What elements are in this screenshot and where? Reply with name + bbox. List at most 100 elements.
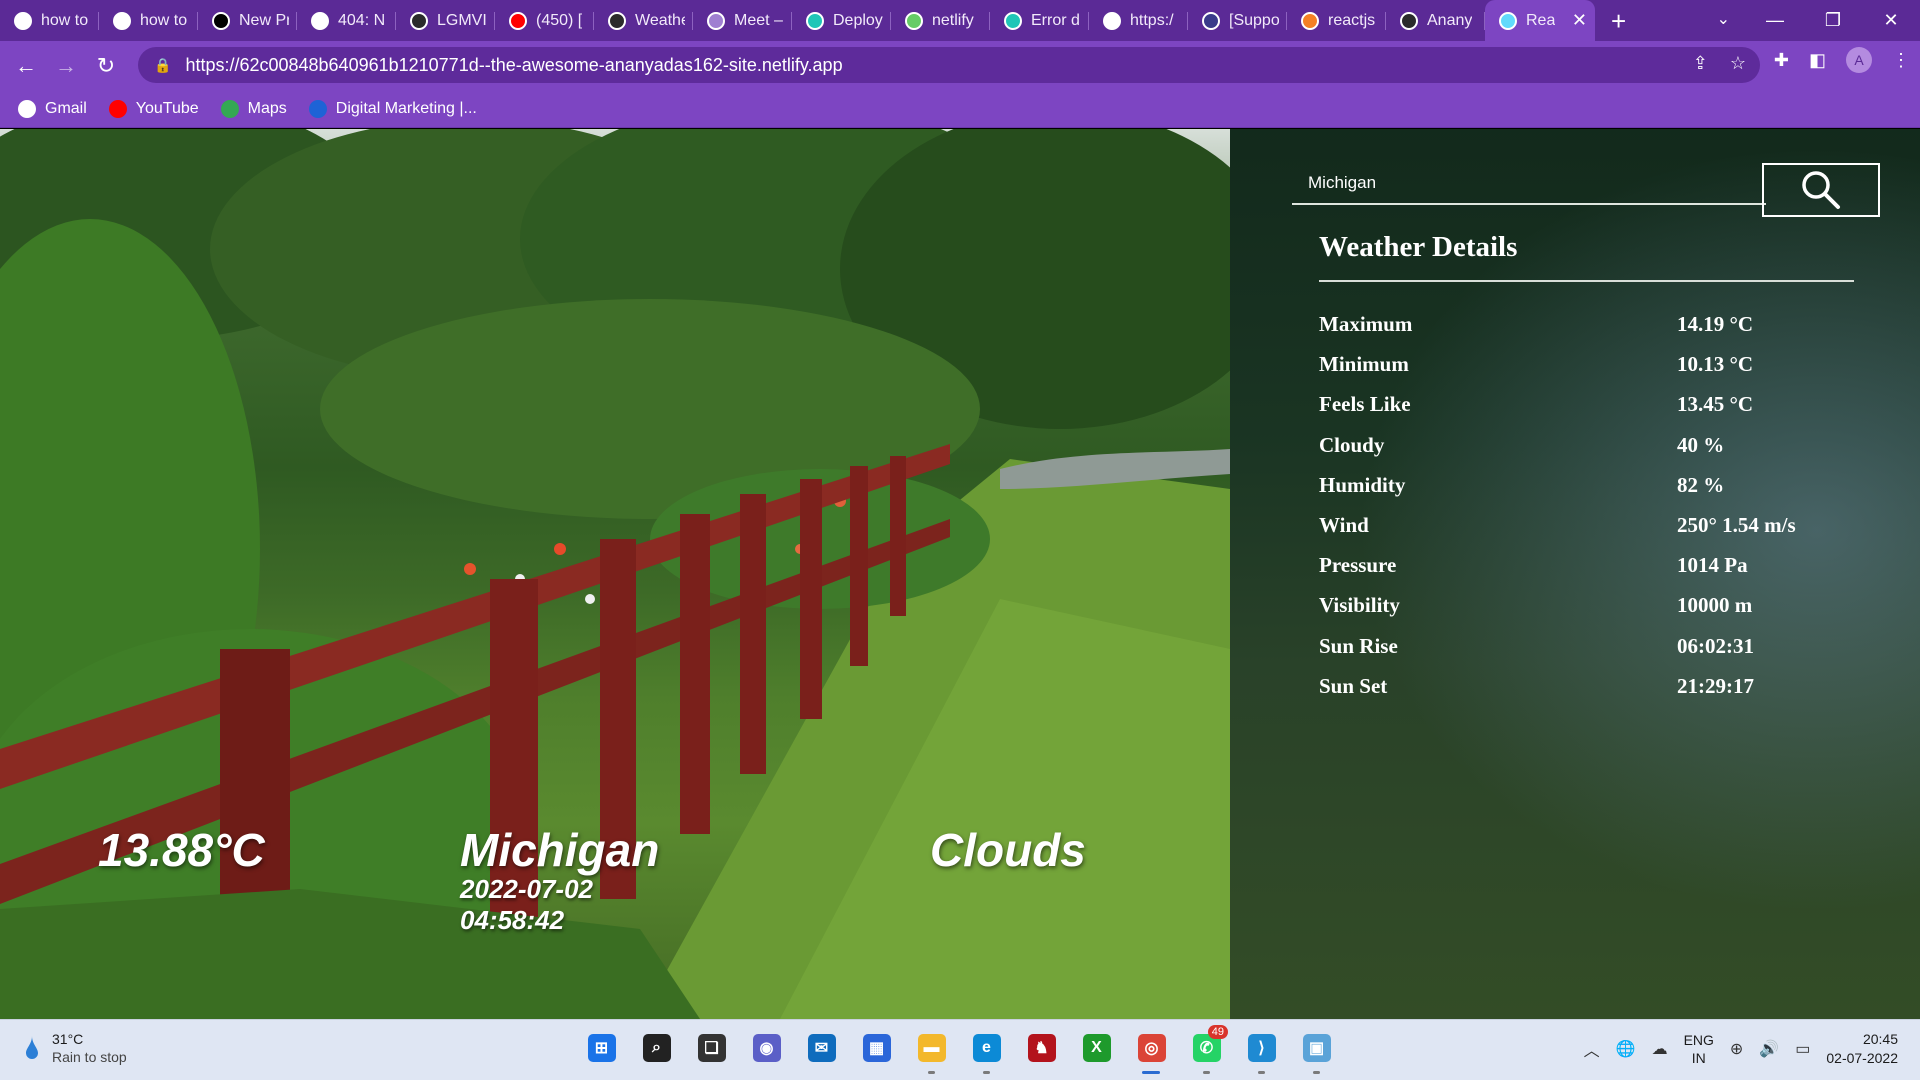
bookmark-item[interactable]: YouTube: [108, 99, 199, 118]
browser-tab[interactable]: Deploy: [792, 0, 891, 41]
window-controls: — ❐ ✕: [1746, 0, 1920, 41]
google-icon: [113, 11, 131, 30]
lang-secondary: IN: [1691, 1050, 1706, 1066]
taskbar-app[interactable]: ▬: [913, 1028, 950, 1074]
youtube-icon: [108, 99, 127, 118]
github-icon: [1400, 11, 1418, 30]
taskbar-app[interactable]: ◎: [1133, 1028, 1170, 1074]
cloud-sync-icon[interactable]: ☁: [1652, 1039, 1668, 1059]
stackoverflow-icon: [1301, 11, 1319, 30]
running-indicator: [983, 1071, 990, 1074]
volume-icon[interactable]: 🔊: [1759, 1039, 1779, 1059]
side-panel-icon[interactable]: ◧: [1809, 50, 1826, 71]
browser-tab[interactable]: Anany: [1386, 0, 1485, 41]
taskbar-app[interactable]: ⌕: [638, 1028, 675, 1068]
taskbar-app[interactable]: ❏: [693, 1028, 730, 1068]
city-search-input[interactable]: [1292, 163, 1766, 205]
bookmark-item[interactable]: Maps: [220, 99, 287, 118]
browser-tab[interactable]: reactjs: [1287, 0, 1386, 41]
taskbar-app[interactable]: X: [1078, 1028, 1115, 1068]
share-icon[interactable]: ⇪: [1693, 53, 1708, 74]
divider: [1319, 280, 1854, 282]
mail-icon: ✉: [807, 1034, 836, 1062]
bookmark-star-icon[interactable]: ☆: [1730, 53, 1746, 74]
browser-tab[interactable]: how to: [99, 0, 198, 41]
detail-value: 40 %: [1677, 432, 1725, 457]
browser-tab[interactable]: New Pr: [198, 0, 297, 41]
red-app-icon: ♞: [1027, 1034, 1056, 1062]
weather-details-title: Weather Details: [1319, 231, 1518, 263]
back-arrow-icon[interactable]: ←: [6, 53, 46, 79]
menu-kebab-icon[interactable]: ⋮: [1892, 50, 1910, 71]
browser-tab[interactable]: Error d: [990, 0, 1089, 41]
minimize-icon[interactable]: —: [1746, 10, 1804, 31]
browser-tab[interactable]: how to: [0, 0, 99, 41]
bookmark-label: YouTube: [135, 99, 199, 117]
browser-tab[interactable]: Weathe: [594, 0, 693, 41]
new-tab-button[interactable]: +: [1611, 8, 1626, 34]
control-panel-icon: ▣: [1302, 1034, 1331, 1062]
tab-title: [Suppo: [1229, 11, 1279, 29]
close-window-icon[interactable]: ✕: [1862, 10, 1920, 31]
support-icon: [1202, 11, 1220, 30]
taskbar-app[interactable]: ◉: [748, 1028, 785, 1068]
taskbar-app[interactable]: ♞: [1023, 1028, 1060, 1068]
tab-title: LGMVI: [437, 11, 487, 29]
tab-title: Anany: [1427, 11, 1473, 29]
taskbar-app[interactable]: ⟩: [1243, 1028, 1280, 1074]
detail-row: Cloudy 40 %: [1319, 433, 1859, 463]
browser-tab[interactable]: 404: N: [297, 0, 396, 41]
close-tab-icon[interactable]: ✕: [1572, 10, 1587, 31]
chat-icon: ◉: [752, 1034, 781, 1062]
taskbar-weather-widget[interactable]: 31°C Rain to stop: [26, 1030, 127, 1066]
taskbar-app[interactable]: ✉: [803, 1028, 840, 1068]
sparkle-icon: [905, 11, 923, 30]
address-bar[interactable]: 🔒 https://62c00848b640961b1210771d--the-…: [138, 47, 1760, 83]
tab-title: Rea: [1526, 11, 1556, 29]
network-globe-icon[interactable]: 🌐: [1616, 1039, 1636, 1059]
battery-icon[interactable]: ▭: [1795, 1039, 1810, 1059]
browser-tab[interactable]: Rea ✕: [1485, 0, 1595, 41]
vercel-icon: [212, 11, 230, 30]
browser-tab[interactable]: [Suppo: [1188, 0, 1287, 41]
reload-icon[interactable]: ↻: [86, 53, 126, 79]
restore-icon[interactable]: ❐: [1804, 10, 1862, 31]
browser-tab[interactable]: netlify: [891, 0, 990, 41]
detail-value: 06:02:31: [1677, 633, 1754, 658]
wifi-globe-icon[interactable]: ⊕: [1730, 1039, 1743, 1059]
search-button[interactable]: [1762, 163, 1880, 217]
extensions-puzzle-icon[interactable]: ✚: [1774, 50, 1789, 71]
taskbar-app[interactable]: ⊞: [583, 1028, 620, 1068]
chevron-up-icon[interactable]: ︿: [1584, 1037, 1600, 1061]
profile-avatar[interactable]: A: [1846, 47, 1872, 73]
maps-icon: [220, 99, 239, 118]
taskbar-app[interactable]: e: [968, 1028, 1005, 1074]
tab-title: New Pr: [239, 11, 289, 29]
bookmark-item[interactable]: Gmail: [18, 99, 87, 118]
taskbar-app[interactable]: ▦: [858, 1028, 895, 1068]
browser-tab[interactable]: (450) [: [495, 0, 594, 41]
google-icon: [14, 11, 32, 30]
loading-icon: [707, 11, 725, 30]
bookmark-item[interactable]: Digital Marketing |...: [308, 99, 477, 118]
taskbar-app[interactable]: ✆ 49: [1188, 1025, 1228, 1074]
detail-row: Maximum 14.19 °C: [1319, 312, 1859, 342]
lang-primary: ENG: [1683, 1032, 1714, 1048]
tab-title: reactjs: [1328, 11, 1376, 29]
detail-value: 14.19 °C: [1677, 312, 1754, 336]
taskbar-app[interactable]: ▣: [1298, 1028, 1335, 1074]
file-explorer-icon: ▬: [917, 1034, 946, 1062]
lock-icon[interactable]: 🔒: [154, 57, 171, 74]
browser-tab[interactable]: LGMVI: [396, 0, 495, 41]
detail-row: Pressure 1014 Pa: [1319, 553, 1859, 583]
language-indicator[interactable]: ENG IN: [1684, 1031, 1714, 1067]
tab-title: https:/: [1130, 11, 1174, 29]
browser-tab[interactable]: https:/: [1089, 0, 1188, 41]
detail-value: 13.45 °C: [1677, 392, 1754, 417]
clock-date: 02-07-2022: [1826, 1050, 1898, 1066]
system-clock[interactable]: 20:45 02-07-2022: [1826, 1030, 1898, 1068]
browser-tab[interactable]: Meet –: [693, 0, 792, 41]
forward-arrow-icon[interactable]: →: [46, 53, 86, 79]
landscape-illustration: [0, 129, 1230, 1019]
tab-search-chevron-icon[interactable]: ⌄: [1717, 9, 1730, 29]
